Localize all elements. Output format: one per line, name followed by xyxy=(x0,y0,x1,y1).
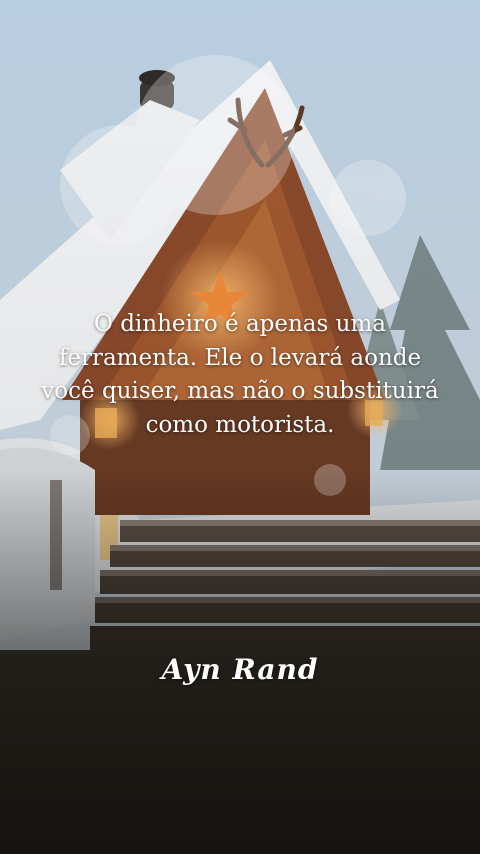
quote-text: O dinheiro é apenas uma ferramenta. Ele … xyxy=(41,311,439,438)
quote-card: O dinheiro é apenas uma ferramenta. Ele … xyxy=(0,0,480,854)
author-signature: Ayn Rand xyxy=(161,653,319,686)
